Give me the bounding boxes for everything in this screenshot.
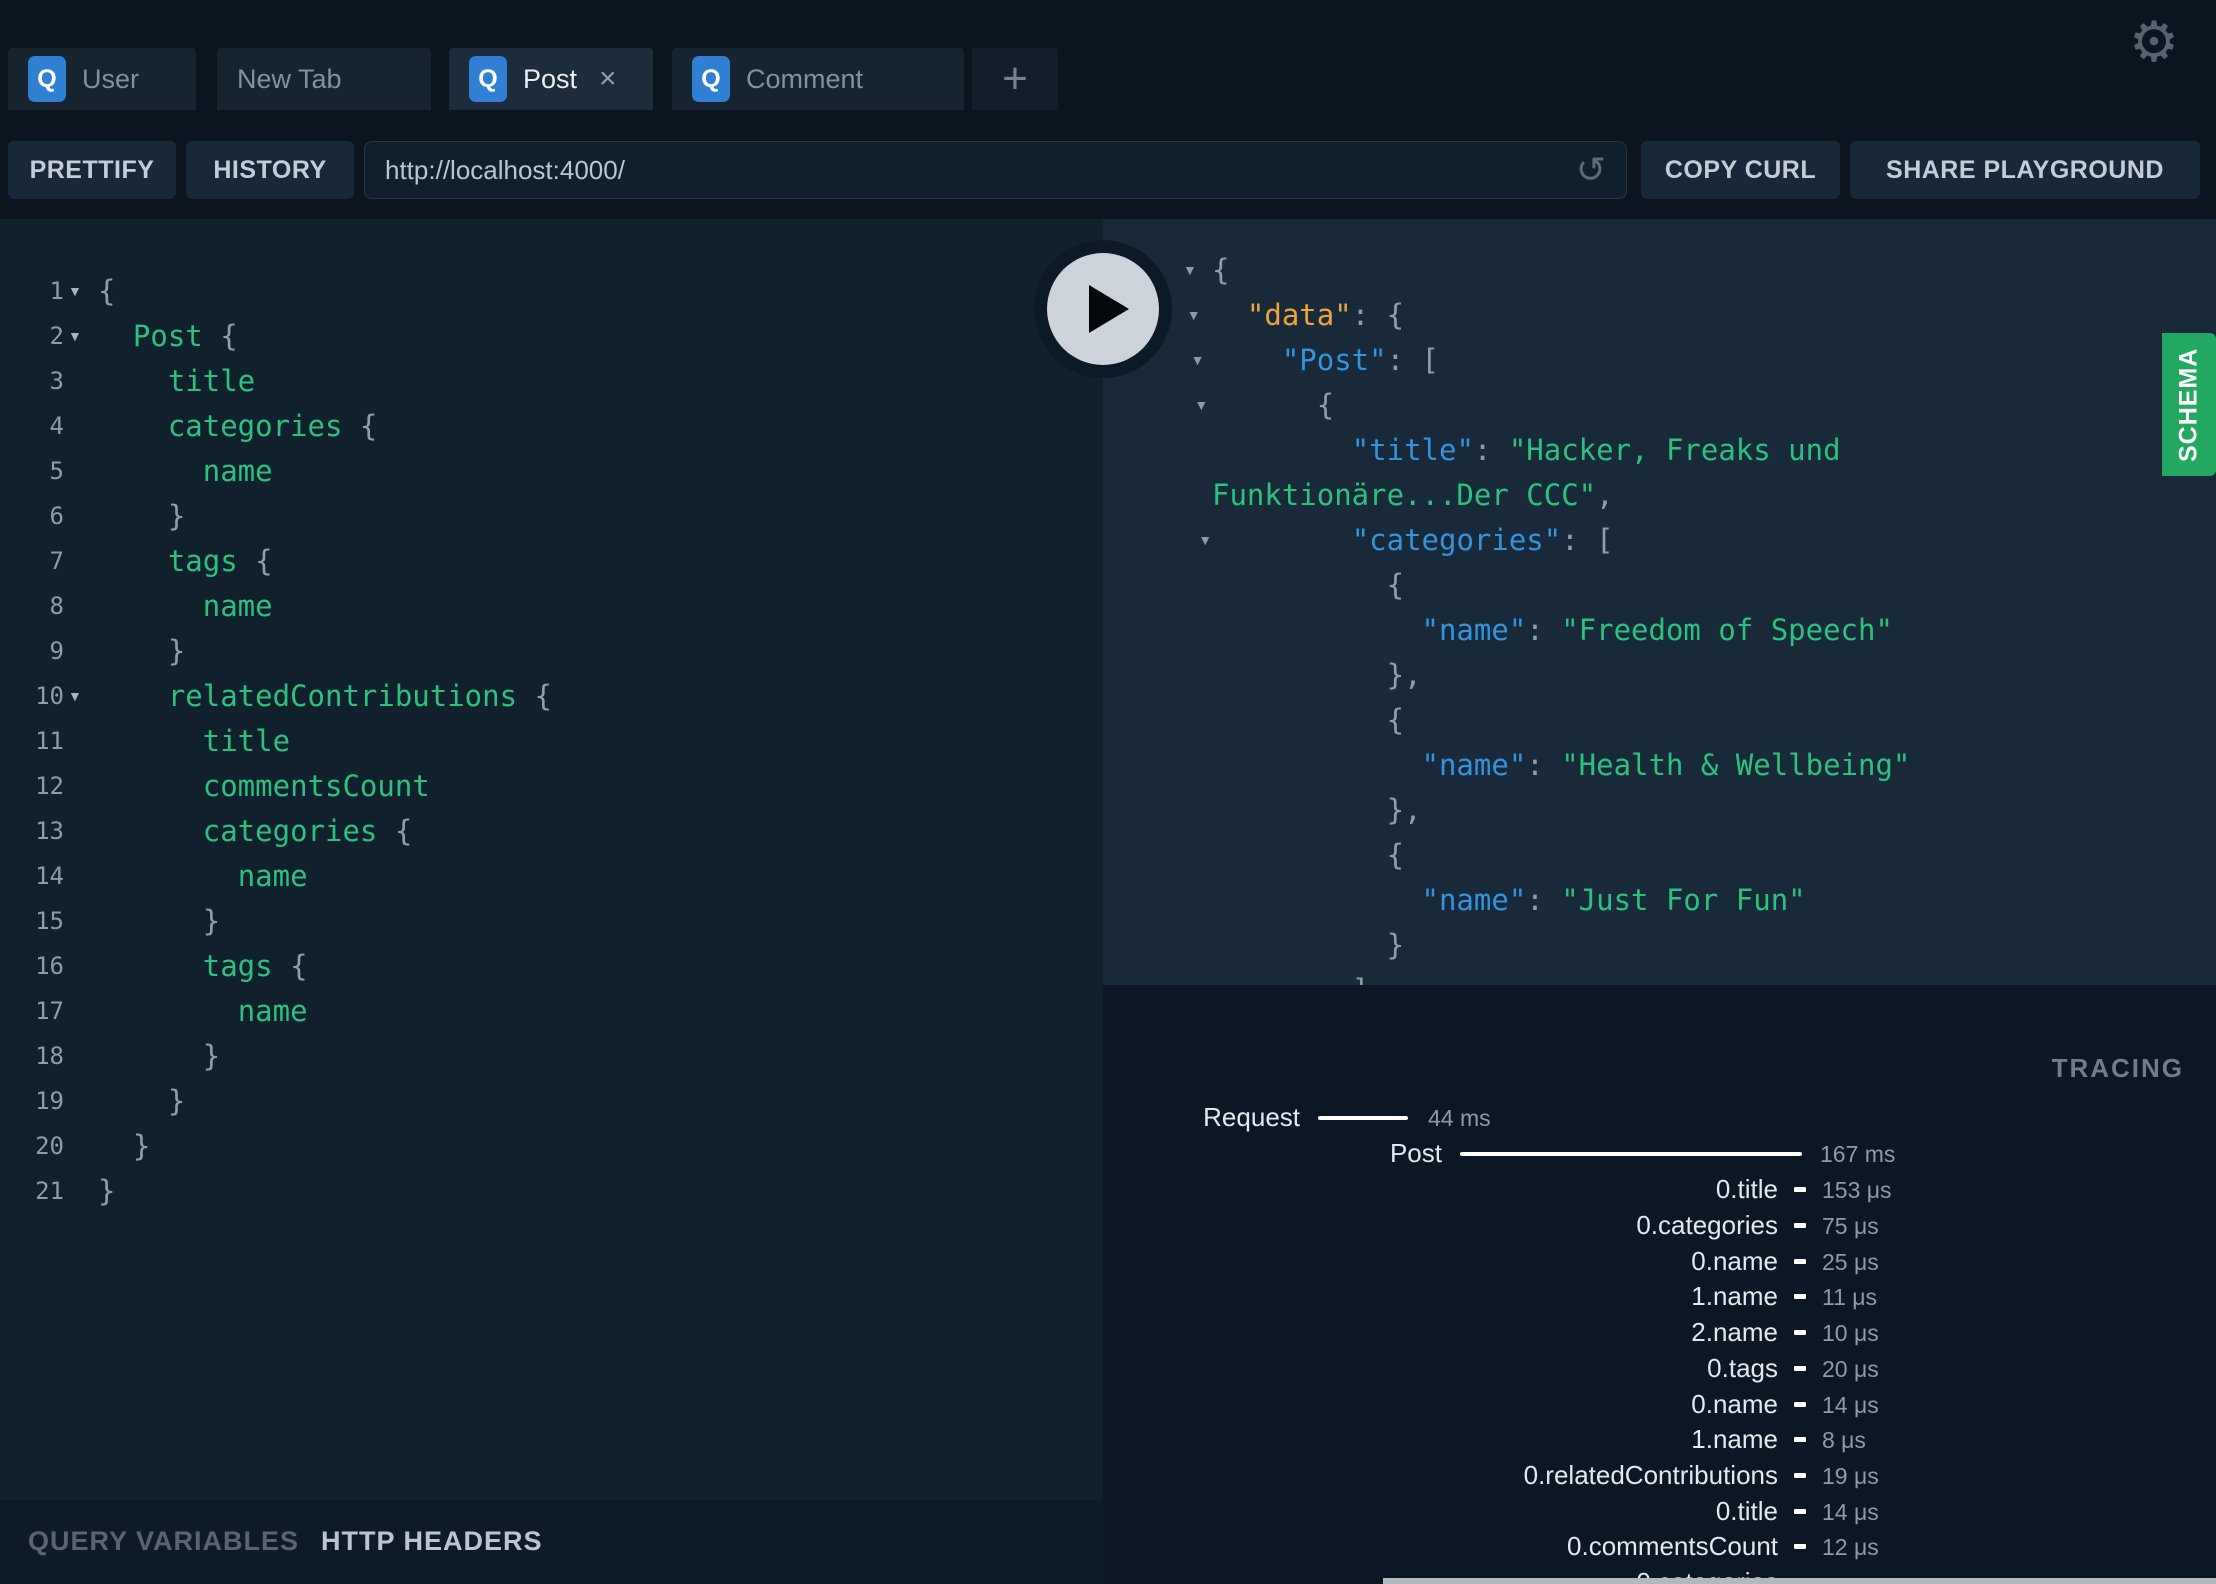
- query-badge: Q: [28, 56, 66, 102]
- timing-value: 44 ms: [1428, 1105, 1491, 1131]
- tracing-label: 0.relatedContributions: [1523, 1460, 1778, 1490]
- tracing-row: 0.title 14 μs: [1103, 1494, 2216, 1530]
- timing-value: 19 μs: [1822, 1463, 1879, 1489]
- fold-arrow-icon[interactable]: ▼: [68, 284, 82, 298]
- tracing-label: 1.name: [1691, 1424, 1778, 1454]
- timing-dash: [1794, 1402, 1806, 1407]
- tracing-label: 0.title: [1715, 1496, 1778, 1526]
- tab-label: Post: [523, 63, 578, 94]
- close-icon[interactable]: ×: [599, 64, 617, 94]
- play-circle: [1047, 253, 1159, 365]
- query-code[interactable]: { Post { title categories { name } tags …: [98, 269, 552, 1214]
- tracing-label: 2.name: [1691, 1317, 1778, 1347]
- tab-comment[interactable]: Q Comment: [672, 48, 964, 110]
- tracing-label: 0.commentsCount: [1567, 1531, 1778, 1561]
- reload-endpoint-icon[interactable]: ↺: [1576, 152, 1606, 188]
- collapse-arrow-icon[interactable]: ▼: [1183, 263, 1197, 277]
- timing-value: 167 ms: [1820, 1141, 1896, 1167]
- plus-icon: +: [1002, 54, 1028, 103]
- timing-dash: [1794, 1223, 1806, 1228]
- tracing-label: 0.categories: [1636, 1210, 1778, 1240]
- tracing-row: 1.name 11 μs: [1103, 1279, 2216, 1315]
- timing-dash: [1794, 1330, 1806, 1335]
- endpoint-url-input[interactable]: http://localhost:4000/ ↺: [364, 141, 1627, 199]
- tracing-row: 2.name 10 μs: [1103, 1315, 2216, 1351]
- fold-arrow-icon[interactable]: ▼: [68, 329, 82, 343]
- collapse-arrow-icon[interactable]: ▼: [1194, 398, 1208, 412]
- header: Q User New Tab Q Post × Q Comment + ⚙ PRETTIFY …: [0, 0, 2216, 219]
- timing-value: 14 μs: [1822, 1499, 1879, 1525]
- tracing-row: 0.categories 75 μs: [1103, 1208, 2216, 1244]
- new-tab-button[interactable]: +: [972, 48, 1058, 110]
- share-playground-button[interactable]: SHARE PLAYGROUND: [1850, 141, 2200, 199]
- tracing-label: 0.name: [1691, 1246, 1778, 1276]
- timing-bar: [1318, 1116, 1409, 1120]
- tab-label: User: [82, 63, 140, 94]
- timing-dash: [1794, 1294, 1806, 1299]
- tracing-row: 0.tags 20 μs: [1103, 1351, 2216, 1387]
- tracing-row: 1.name 8 μs: [1103, 1422, 2216, 1458]
- tab-new-tab[interactable]: New Tab: [217, 48, 431, 110]
- tracing-row: 0.commentsCount 12 μs: [1103, 1529, 2216, 1565]
- timing-value: 11 μs: [1822, 1284, 1878, 1310]
- endpoint-url-value: http://localhost:4000/: [385, 154, 625, 185]
- fold-arrow-icon[interactable]: ▼: [68, 689, 82, 703]
- timing-value: 153 μs: [1822, 1177, 1892, 1203]
- copy-curl-button[interactable]: COPY CURL: [1641, 141, 1840, 199]
- collapse-arrow-icon[interactable]: ▼: [1187, 308, 1201, 322]
- http-headers-tab[interactable]: HTTP HEADERS: [321, 1526, 543, 1557]
- timing-dash: [1794, 1259, 1806, 1264]
- timing-value: 12 μs: [1822, 1534, 1879, 1560]
- query-editor[interactable]: 1 2 3 4 5 6 7 8 9 10 11 12 13 14 15 16 1…: [0, 219, 1103, 1500]
- timing-dash: [1794, 1187, 1806, 1192]
- timing-value: 14 μs: [1822, 1392, 1879, 1418]
- tracing-row: 0.title 153 μs: [1103, 1172, 2216, 1208]
- tracing-row: 0.relatedContributions 19 μs: [1103, 1458, 2216, 1494]
- timing-dash: [1794, 1544, 1806, 1549]
- timing-bar: [1460, 1152, 1803, 1156]
- tracing-row: Post 167 ms: [1103, 1136, 2216, 1172]
- tracing-row: 0.name 14 μs: [1103, 1387, 2216, 1423]
- tracing-label: 0.name: [1691, 1389, 1778, 1419]
- timing-value: 10 μs: [1822, 1320, 1879, 1346]
- timing-value: 20 μs: [1822, 1356, 1879, 1382]
- tab-label: New Tab: [237, 63, 342, 94]
- tracing-label: Request: [1203, 1102, 1300, 1132]
- tab-user[interactable]: Q User: [8, 48, 196, 110]
- schema-tab[interactable]: SCHEMA: [2162, 333, 2216, 476]
- tracing-panel[interactable]: TRACING Request 44 ms Post 167 ms 0.title 153…: [1103, 985, 2216, 1584]
- timing-value: 75 μs: [1822, 1213, 1879, 1239]
- prettify-button[interactable]: PRETTIFY: [8, 141, 176, 199]
- timing-dash: [1794, 1473, 1806, 1478]
- query-badge: Q: [469, 56, 507, 102]
- timing-value: 25 μs: [1822, 1249, 1879, 1275]
- play-icon: [1089, 285, 1129, 333]
- response-pane[interactable]: ▼ ▼ ▼ ▼ ▼ { "data": { "Post": [ { "title": "…: [1103, 219, 2216, 985]
- tracing-label: 0.title: [1715, 1174, 1778, 1204]
- timing-value: 8 μs: [1822, 1427, 1866, 1453]
- line-number-gutter: 1 2 3 4 5 6 7 8 9 10 11 12 13 14 15 16 1…: [35, 277, 64, 1205]
- tracing-label: 0.tags: [1707, 1353, 1778, 1383]
- execute-button[interactable]: [1034, 240, 1172, 378]
- settings-gear-icon[interactable]: ⚙: [2124, 12, 2184, 72]
- history-button[interactable]: HISTORY: [186, 141, 354, 199]
- query-variables-tab[interactable]: QUERY VARIABLES: [28, 1526, 299, 1557]
- collapse-arrow-icon[interactable]: ▼: [1198, 533, 1212, 547]
- collapse-arrow-icon[interactable]: ▼: [1191, 353, 1205, 367]
- query-badge: Q: [692, 56, 730, 102]
- tab-label: Comment: [746, 63, 864, 94]
- tracing-title: TRACING: [2051, 1053, 2184, 1083]
- timing-dash: [1794, 1366, 1806, 1371]
- timing-dash: [1794, 1437, 1806, 1442]
- footer-bar: QUERY VARIABLES HTTP HEADERS: [0, 1500, 1103, 1584]
- tracing-label: Post: [1389, 1138, 1442, 1168]
- tracing-row: 0.name 25 μs: [1103, 1244, 2216, 1280]
- tracing-label: 1.name: [1691, 1281, 1778, 1311]
- response-json: { "data": { "Post": [ { "title": "Hacker…: [1212, 253, 1911, 985]
- tab-post[interactable]: Q Post ×: [449, 48, 653, 110]
- tracing-row: Request 44 ms: [1103, 1100, 2216, 1136]
- timing-dash: [1794, 1509, 1806, 1514]
- horizontal-scrollbar[interactable]: [1383, 1578, 2216, 1584]
